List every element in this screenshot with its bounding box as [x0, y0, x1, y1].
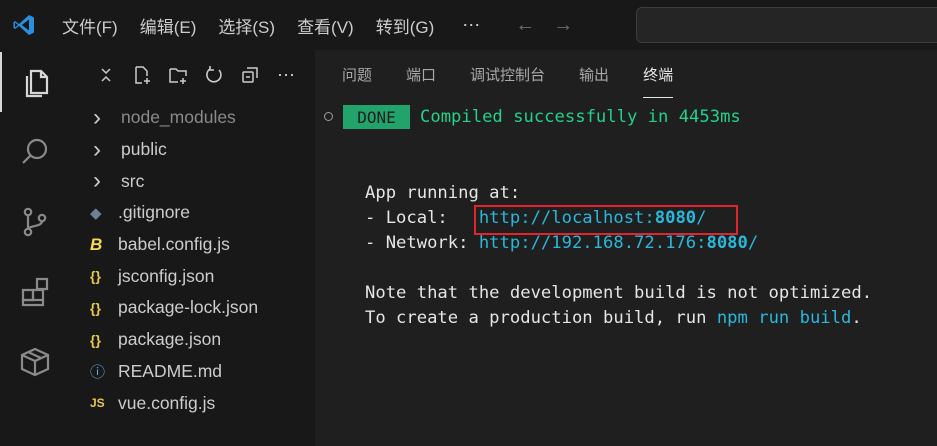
file-tree-label: package-lock.json	[118, 297, 259, 318]
chevron-right-icon: ›	[93, 167, 101, 195]
note-line: Note that the development build is not o…	[365, 283, 873, 303]
production-line: To create a production build, run npm ru…	[365, 308, 862, 328]
json-braces-icon: {}	[90, 331, 101, 348]
activity-bar	[0, 50, 70, 446]
source-control-icon[interactable]	[0, 192, 70, 252]
package-box-icon[interactable]	[0, 332, 70, 392]
highlight-box	[474, 205, 738, 235]
network-url-port[interactable]: 8080	[706, 233, 747, 253]
done-badge: DONE	[343, 105, 410, 129]
production-prefix: To create a production build, run	[365, 308, 717, 328]
title-bar: 文件(F) 编辑(E) 选择(S) 查看(V) 转到(G) ⋯ ← →	[0, 0, 937, 50]
new-folder-icon[interactable]	[166, 63, 190, 87]
menu-selection[interactable]: 选择(S)	[218, 13, 275, 38]
file-tree-item[interactable]: {} package.json	[90, 324, 315, 356]
file-tree-label: README.md	[118, 360, 223, 381]
explorer-toolbar: ⋯	[94, 62, 298, 88]
info-icon: ⓘ	[90, 363, 106, 381]
network-url-host[interactable]: http://192.168.72.176:	[479, 233, 707, 253]
bottom-panel: 问题 端口 调试控制台 输出 终端 DONE Compiled successf…	[315, 50, 937, 446]
more-menu-button[interactable]: ⋯	[462, 15, 481, 36]
file-tree-label: node_modules	[121, 107, 236, 128]
json-braces-icon: {}	[90, 299, 101, 316]
back-arrow-icon[interactable]: ←	[515, 14, 535, 37]
network-label: - Network:	[365, 233, 479, 253]
file-tree-item[interactable]: {} package-lock.json	[90, 292, 315, 324]
menu-view[interactable]: 查看(V)	[297, 13, 354, 38]
search-icon[interactable]	[0, 122, 70, 182]
command-center-search[interactable]	[636, 7, 937, 43]
menu-go[interactable]: 转到(G)	[376, 13, 435, 38]
file-tree-item[interactable]: {} jsconfig.json	[90, 260, 315, 292]
production-suffix: .	[851, 308, 862, 328]
file-tree-label: .gitignore	[118, 202, 190, 223]
json-braces-icon: {}	[90, 268, 101, 285]
file-tree-item[interactable]: › node_modules	[90, 102, 315, 134]
file-tree-item[interactable]: › public	[90, 134, 315, 166]
refresh-icon[interactable]	[202, 63, 226, 87]
new-file-icon[interactable]	[130, 63, 154, 87]
more-actions-icon[interactable]: ⋯	[274, 63, 298, 87]
git-diamond-icon: ◆	[90, 204, 102, 222]
explorer-icon[interactable]	[0, 52, 72, 112]
network-url-slash[interactable]: /	[748, 233, 758, 253]
chevron-right-icon: ›	[93, 135, 101, 163]
forward-arrow-icon[interactable]: →	[553, 14, 573, 37]
file-tree-item[interactable]: Bbabel.config.js	[90, 229, 315, 261]
chevron-right-icon: ›	[93, 103, 101, 131]
file-tree-label: package.json	[118, 329, 222, 350]
file-tree-item[interactable]: ◆ .gitignore	[90, 197, 315, 229]
compiled-message: Compiled successfully in 4453ms	[420, 107, 741, 127]
network-url[interactable]: http://192.168.72.176:8080/	[479, 233, 758, 253]
extensions-icon[interactable]	[0, 262, 70, 322]
terminal[interactable]: DONE Compiled successfully in 4453ms App…	[315, 50, 937, 446]
explorer-sidebar: ⋯ › node_modules › public › src ◆ .gitignore Bba…	[70, 50, 316, 446]
file-tree-label: babel.config.js	[118, 234, 230, 255]
file-tree-label: vue.config.js	[118, 392, 216, 413]
menu-edit[interactable]: 编辑(E)	[140, 13, 197, 38]
status-circle-icon	[324, 112, 333, 121]
collapse-all-icon[interactable]	[238, 63, 262, 87]
file-tree: › node_modules › public › src ◆ .gitignore Bbabe…	[90, 102, 315, 419]
collapse-icon[interactable]	[94, 63, 118, 87]
local-label: - Local:	[365, 208, 479, 228]
file-tree-item[interactable]: ⓘ README.md	[90, 356, 315, 388]
file-tree-label: jsconfig.json	[118, 265, 215, 286]
file-tree-item[interactable]: › src	[90, 165, 315, 197]
menu-file[interactable]: 文件(F)	[62, 13, 118, 38]
network-line: - Network: http://192.168.72.176:8080/	[365, 233, 758, 253]
file-tree-label: src	[121, 170, 145, 191]
vscode-logo-icon	[0, 0, 48, 50]
file-tree-label: public	[121, 139, 167, 160]
app-running-line: App running at:	[365, 183, 521, 203]
file-tree-item[interactable]: JS vue.config.js	[90, 387, 315, 419]
npm-command: npm run build	[716, 308, 852, 328]
babel-icon: B	[90, 234, 103, 254]
js-icon: JS	[90, 396, 105, 411]
